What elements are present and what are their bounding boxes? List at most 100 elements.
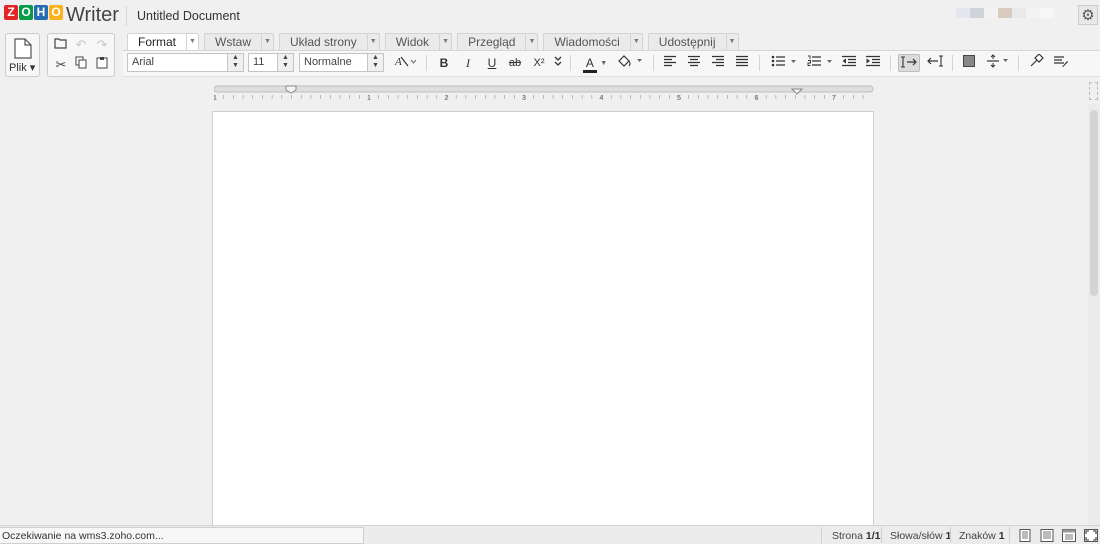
logo-letter-o1: O: [19, 5, 33, 20]
ruler-toggle-icon[interactable]: [1089, 82, 1098, 100]
logo-letter-o2: O: [49, 5, 63, 20]
tab-widok[interactable]: Widok ▼: [384, 33, 453, 51]
web-view-icon[interactable]: [1062, 529, 1076, 542]
paint-bucket-icon: [618, 55, 642, 67]
underline-button[interactable]: U: [484, 54, 500, 72]
format-painter-icon: [1030, 53, 1044, 67]
document-title[interactable]: Untitled Document: [137, 9, 240, 23]
bold-button[interactable]: B: [436, 54, 452, 72]
ruler-number: 1: [367, 93, 371, 102]
tab-wstaw[interactable]: Wstaw ▼: [204, 33, 275, 51]
page-view-icon[interactable]: [1018, 529, 1032, 542]
superscript-button[interactable]: X²: [529, 54, 549, 72]
text-styles-icon: [1054, 56, 1068, 67]
toolbar-separator: [426, 55, 427, 71]
open-folder-icon[interactable]: [51, 36, 71, 54]
cut-icon[interactable]: ✂: [51, 56, 71, 74]
ruler-number: 4: [599, 93, 603, 102]
header-divider: [126, 6, 127, 26]
chevron-down-icon[interactable]: ▼: [525, 34, 537, 50]
chevron-down-icon[interactable]: ▼: [366, 34, 379, 50]
draft-view-icon[interactable]: [1040, 529, 1054, 542]
app-header: Z O H O Writer Untitled Document ⚙: [0, 0, 1100, 32]
increase-indent-button[interactable]: [864, 54, 882, 72]
justify-button[interactable]: [734, 54, 750, 72]
align-right-button[interactable]: [710, 54, 726, 72]
logo-letter-h: H: [34, 5, 48, 20]
zoho-logo[interactable]: Z O H O: [4, 5, 64, 20]
numbered-list-button[interactable]: [806, 54, 836, 72]
decrease-indent-button[interactable]: [840, 54, 858, 72]
word-counter[interactable]: Słowa/słów 1: [890, 530, 951, 542]
horizontal-ruler[interactable]: 1 1 2 3 4 5 6 7: [214, 85, 874, 103]
strikethrough-button[interactable]: ab: [506, 54, 524, 72]
toolbar-separator: [890, 55, 891, 71]
more-text-effects-button[interactable]: [552, 54, 564, 72]
ruler-number: 7: [832, 93, 836, 102]
tab-przeglad-label: Przegląd: [468, 35, 516, 49]
undo-icon[interactable]: ↶: [71, 36, 91, 54]
chevron-down-icon[interactable]: ▼: [186, 34, 198, 50]
paragraph-style-select[interactable]: Normalne ▲ ▼: [299, 53, 384, 72]
chevron-down-icon[interactable]: ▼: [261, 34, 273, 50]
spinner-arrows-icon[interactable]: ▲ ▼: [367, 54, 383, 71]
shading-button[interactable]: [960, 54, 978, 72]
italic-button[interactable]: I: [460, 54, 476, 72]
font-size-value: 11: [253, 56, 265, 68]
chevron-down-icon[interactable]: ▼: [439, 34, 451, 50]
text-direction-rtl-icon: [927, 55, 943, 67]
logo-letter-z: Z: [4, 5, 18, 20]
ruler-number: 6: [754, 93, 758, 102]
paste-icon[interactable]: [92, 56, 112, 74]
tab-przeglad[interactable]: Przegląd ▼: [457, 33, 539, 51]
toolbar-separator: [952, 55, 953, 71]
ltr-direction-button[interactable]: [898, 54, 920, 72]
status-separator: [881, 527, 882, 543]
rtl-direction-button[interactable]: [925, 54, 945, 72]
ruler-number: 5: [677, 93, 681, 102]
ruler-ticks: [214, 95, 864, 99]
tab-wiadomosci-label: Wiadomości: [554, 35, 620, 49]
clear-formatting-button[interactable]: A: [393, 54, 419, 72]
format-painter-button[interactable]: [1028, 53, 1046, 72]
styles-gallery-button[interactable]: [1052, 54, 1070, 72]
char-counter[interactable]: Znaków 1: [959, 530, 1005, 542]
redo-icon[interactable]: ↷: [92, 36, 112, 54]
toolbar-separator: [570, 55, 571, 71]
file-menu-button[interactable]: Plik ▾: [5, 33, 40, 77]
align-center-button[interactable]: [686, 54, 702, 72]
font-family-value: Arial: [132, 56, 155, 68]
expand-double-chevron-icon: [554, 56, 562, 66]
bullet-list-button[interactable]: [770, 54, 800, 72]
user-account-area[interactable]: [956, 8, 1054, 18]
highlight-color-button[interactable]: [615, 54, 645, 72]
document-page[interactable]: [212, 111, 874, 527]
align-left-button[interactable]: [662, 54, 678, 72]
ruler-number: 3: [522, 93, 526, 102]
font-family-select[interactable]: Arial ▲ ▼: [127, 53, 244, 72]
increase-indent-icon: [866, 55, 880, 67]
tab-format[interactable]: Format ▼: [127, 33, 200, 51]
line-spacing-button[interactable]: [985, 54, 1011, 72]
font-color-button[interactable]: A ▼: [580, 54, 610, 73]
tab-udostepnij[interactable]: Udostępnij ▼: [647, 33, 739, 51]
chevron-down-icon[interactable]: ▼: [629, 34, 642, 50]
page-counter-value: 1/1: [865, 530, 881, 542]
status-separator: [821, 527, 822, 543]
tab-uklad-strony[interactable]: Układ strony ▼: [279, 33, 380, 51]
fullscreen-icon[interactable]: [1084, 529, 1098, 542]
align-center-icon: [688, 55, 700, 67]
spinner-arrows-icon[interactable]: ▲ ▼: [277, 54, 293, 71]
settings-gear-icon[interactable]: ⚙: [1078, 5, 1098, 25]
tab-wiadomosci[interactable]: Wiadomości ▼: [543, 33, 643, 51]
quick-access-group: ↶ ↷ ✂: [47, 33, 115, 77]
spinner-arrows-icon[interactable]: ▲ ▼: [227, 54, 243, 71]
chevron-down-icon[interactable]: ▼: [725, 34, 738, 50]
decrease-indent-icon: [842, 55, 856, 67]
scrollbar-thumb[interactable]: [1090, 110, 1098, 296]
word-counter-label: Słowa/słów: [890, 530, 943, 542]
font-color-letter: A: [582, 57, 597, 73]
copy-icon[interactable]: [71, 56, 91, 74]
font-size-select[interactable]: 11 ▲ ▼: [248, 53, 294, 72]
tab-widok-label: Widok: [395, 35, 430, 49]
